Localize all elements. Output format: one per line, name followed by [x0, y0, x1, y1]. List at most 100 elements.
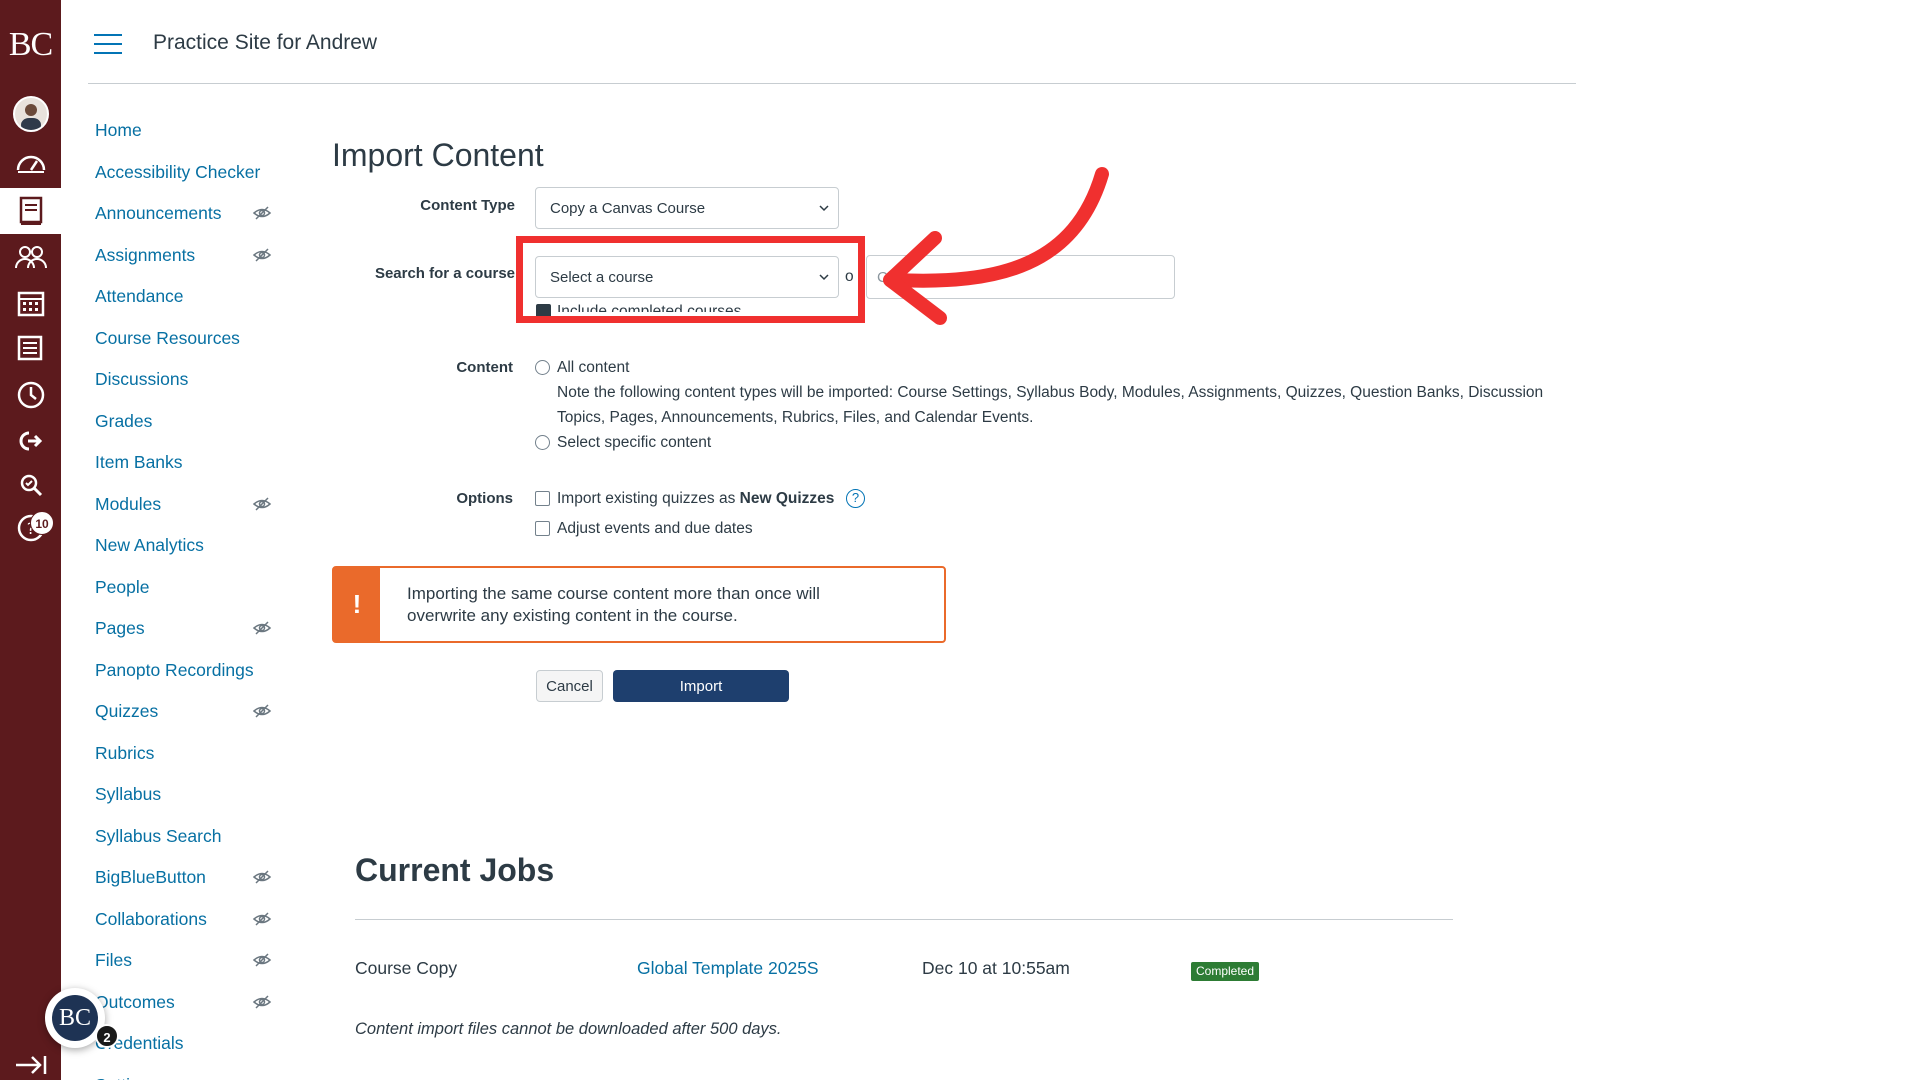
cancel-button[interactable]: Cancel	[536, 670, 603, 702]
content-type-select[interactable]: Copy a Canvas Course	[535, 187, 839, 229]
courses-nav-item[interactable]	[0, 188, 61, 234]
specific-content-label: Select specific content	[557, 434, 712, 451]
eye-off-icon	[252, 953, 272, 967]
sidebar-item-accessibility-checker[interactable]: Accessibility Checker	[95, 152, 285, 194]
floating-avatar-initials: BC	[52, 995, 98, 1041]
sidebar-item-label: Collaborations	[95, 908, 207, 929]
help-notification-badge: 10	[30, 511, 54, 535]
chevron-down-icon	[819, 274, 829, 281]
eye-off-icon	[252, 247, 272, 262]
eye-off-icon	[252, 994, 272, 1009]
eye-off-icon	[252, 621, 272, 635]
new-quizzes-option-bold: New Quizzes	[739, 490, 835, 507]
help-nav-item[interactable]: ? 10	[0, 505, 61, 551]
sidebar-item-bigbluebutton[interactable]: BigBlueButton	[95, 857, 285, 899]
jobs-divider	[355, 919, 1453, 920]
status-badge: Completed	[1191, 962, 1260, 981]
groups-nav-item[interactable]	[0, 234, 61, 280]
import-button[interactable]: Import	[613, 670, 789, 702]
sidebar-item-label: New Analytics	[95, 535, 204, 556]
chevron-down-icon	[819, 205, 829, 212]
new-quizzes-option: Import existing quizzes as New Quizzes	[557, 486, 834, 511]
sidebar-item-assignments[interactable]: Assignments	[95, 235, 285, 277]
breadcrumb-site-title[interactable]: Practice Site for Andrew	[153, 31, 377, 55]
course-search-placeholder: C	[877, 268, 888, 286]
sidebar-item-label: Discussions	[95, 369, 189, 390]
sidebar-item-collaborations[interactable]: Collaborations	[95, 899, 285, 941]
collapse-nav-icon[interactable]	[14, 1054, 48, 1076]
external-tool-icon	[19, 431, 42, 451]
warning-icon: !	[334, 568, 380, 641]
history-nav-item[interactable]	[0, 372, 61, 418]
course-nav: Home Accessibility Checker Announcements As…	[95, 110, 285, 1080]
all-content-label: All content	[557, 359, 630, 376]
sidebar-item-label: Files	[95, 950, 132, 971]
sidebar-item-label: Syllabus Search	[95, 825, 222, 846]
sidebar-item-people[interactable]: People	[95, 567, 285, 609]
sidebar-item-rubrics[interactable]: Rubrics	[95, 733, 285, 775]
all-content-radio[interactable]	[535, 360, 550, 375]
sidebar-item-label: People	[95, 576, 150, 597]
calendar-icon	[17, 291, 44, 317]
commons-icon	[20, 474, 42, 497]
search-course-label: Search for a course	[374, 265, 515, 282]
sidebar-item-panopto-recordings[interactable]: Panopto Recordings	[95, 650, 285, 692]
courses-icon	[19, 196, 42, 225]
groups-icon	[14, 246, 47, 269]
sidebar-item-pages[interactable]: Pages	[95, 608, 285, 650]
specific-content-radio[interactable]	[535, 435, 550, 450]
course-select[interactable]: Select a course	[535, 256, 839, 298]
sidebar-item-new-analytics[interactable]: New Analytics	[95, 525, 285, 567]
dashboard-icon	[16, 155, 45, 173]
course-menu-toggle-icon[interactable]	[94, 34, 122, 56]
job-type: Course Copy	[355, 958, 458, 978]
inbox-nav-item[interactable]	[0, 326, 61, 372]
sidebar-item-settings[interactable]: Settings	[95, 1065, 285, 1080]
sidebar-item-label: Attendance	[95, 286, 184, 307]
adjust-dates-checkbox[interactable]	[535, 521, 550, 536]
search-or-text: o	[845, 268, 854, 285]
header-divider	[88, 83, 1576, 84]
sidebar-item-files[interactable]: Files	[95, 940, 285, 982]
sidebar-item-home[interactable]: Home	[95, 110, 285, 152]
sidebar-item-credentials[interactable]: Credentials	[95, 1023, 285, 1065]
sidebar-item-item-banks[interactable]: Item Banks	[95, 442, 285, 484]
sidebar-item-label: Accessibility Checker	[95, 161, 261, 182]
options-label: Options	[456, 490, 513, 507]
sidebar-item-label: Rubrics	[95, 742, 155, 763]
sidebar-item-quizzes[interactable]: Quizzes	[95, 691, 285, 733]
help-circle-icon[interactable]: ?	[846, 489, 865, 508]
sidebar-item-modules[interactable]: Modules	[95, 484, 285, 526]
sidebar-item-syllabus[interactable]: Syllabus	[95, 774, 285, 816]
sidebar-item-label: Item Banks	[95, 452, 183, 473]
page-title: Import Content	[332, 137, 544, 173]
content-type-label: Content Type	[420, 197, 515, 214]
account-nav-item[interactable]	[0, 91, 61, 137]
overwrite-warning: ! Importing the same course content more…	[332, 566, 946, 643]
course-search-input[interactable]: C	[866, 255, 1175, 299]
sidebar-item-outcomes[interactable]: Outcomes	[95, 982, 285, 1024]
institution-logo[interactable]: BC	[0, 0, 61, 90]
sidebar-item-course-resources[interactable]: Course Resources	[95, 318, 285, 360]
sidebar-item-grades[interactable]: Grades	[95, 401, 285, 443]
new-quizzes-option-prefix: Import existing quizzes as	[557, 490, 740, 507]
new-quizzes-checkbox[interactable]	[535, 491, 550, 506]
dashboard-nav-item[interactable]	[0, 140, 61, 186]
sidebar-item-attendance[interactable]: Attendance	[95, 276, 285, 318]
sidebar-item-label: BigBlueButton	[95, 867, 206, 888]
external-tool-nav-item[interactable]	[0, 418, 61, 464]
sidebar-item-label: Announcements	[95, 203, 222, 224]
commons-nav-item[interactable]	[0, 462, 61, 508]
sidebar-item-label: Syllabus	[95, 784, 162, 805]
include-completed-checkbox[interactable]	[536, 304, 551, 319]
sidebar-item-announcements[interactable]: Announcements	[95, 193, 285, 235]
sidebar-item-label: Panopto Recordings	[95, 659, 254, 680]
floating-avatar-badge: 2	[95, 1024, 119, 1048]
job-source-link[interactable]: Global Template 2025S	[637, 958, 819, 979]
eye-off-icon	[252, 496, 272, 511]
sidebar-item-label: Assignments	[95, 244, 196, 265]
adjust-dates-label: Adjust events and due dates	[557, 520, 753, 537]
sidebar-item-syllabus-search[interactable]: Syllabus Search	[95, 816, 285, 858]
calendar-nav-item[interactable]	[0, 280, 61, 326]
sidebar-item-discussions[interactable]: Discussions	[95, 359, 285, 401]
